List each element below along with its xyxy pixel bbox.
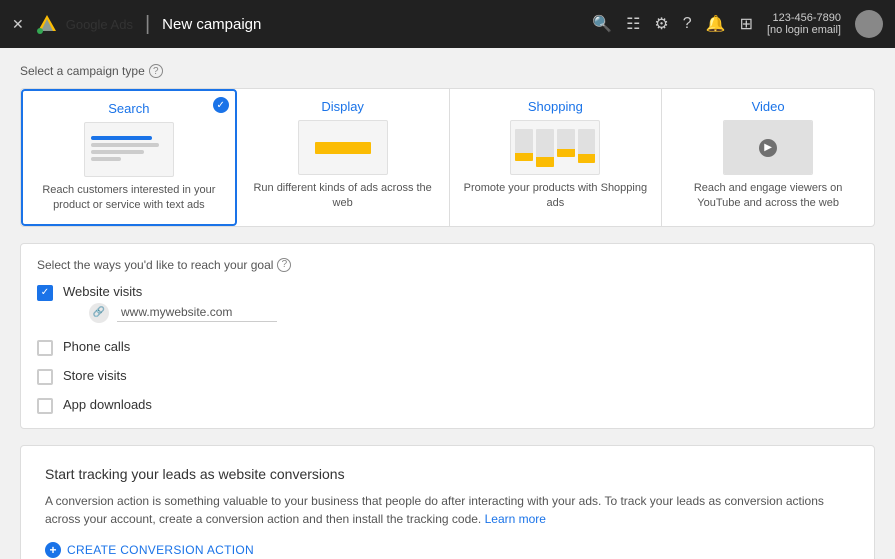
store-visits-checkbox[interactable] <box>37 369 53 385</box>
website-visits-checkbox[interactable] <box>37 285 53 301</box>
video-mockup: ▶ <box>723 120 813 175</box>
campaign-type-shopping[interactable]: Shopping Promote your products with Shop… <box>450 89 663 226</box>
goal-help-icon[interactable]: ? <box>277 258 291 272</box>
goal-website-visits: Website visits 🔗 <box>37 284 858 327</box>
website-input-row: 🔗 <box>89 303 277 323</box>
search-icon[interactable]: 🔍 <box>592 14 612 34</box>
create-conversion-action-row[interactable]: + CREATE CONVERSION ACTION <box>45 542 850 558</box>
reports-icon[interactable]: ☷ <box>626 14 640 34</box>
learn-more-link[interactable]: Learn more <box>485 512 546 526</box>
campaign-type-help-icon[interactable]: ? <box>149 64 163 78</box>
account-info: 123-456-7890 [no login email] <box>767 12 841 36</box>
topnav: ✕ Google Ads | New campaign 🔍 ☷ ⚙ ? 🔔 ⊞ … <box>0 0 895 48</box>
display-mockup <box>298 120 388 175</box>
grid-icon[interactable]: ⊞ <box>740 14 753 34</box>
selected-check-icon: ✓ <box>213 97 229 113</box>
nav-divider: | <box>145 13 150 36</box>
campaign-type-display[interactable]: Display Run different kinds of ads acros… <box>237 89 450 226</box>
bell-icon[interactable]: 🔔 <box>706 14 726 34</box>
campaign-type-video[interactable]: Video ▶ Reach and engage viewers on YouT… <box>662 89 874 226</box>
campaign-type-search[interactable]: ✓ Search Reach customers interested in y… <box>21 89 237 226</box>
shopping-mockup <box>510 120 600 175</box>
website-url-input[interactable] <box>117 303 277 322</box>
campaign-type-label: Select a campaign type ? <box>20 64 875 78</box>
link-icon: 🔗 <box>89 303 109 323</box>
goal-section: Select the ways you'd like to reach your… <box>20 243 875 429</box>
help-icon[interactable]: ? <box>683 15 692 33</box>
page-title: New campaign <box>162 16 261 33</box>
phone-calls-checkbox[interactable] <box>37 340 53 356</box>
create-conversion-action-label: CREATE CONVERSION ACTION <box>67 543 254 557</box>
logo-icon <box>36 13 58 35</box>
goal-phone-calls: Phone calls <box>37 339 858 356</box>
conversion-tracking-box: Start tracking your leads as website con… <box>20 445 875 559</box>
close-icon[interactable]: ✕ <box>12 16 24 33</box>
brand-name: Google Ads <box>66 17 133 32</box>
search-mockup <box>84 122 174 177</box>
conversion-description: A conversion action is something valuabl… <box>45 492 850 528</box>
avatar[interactable] <box>855 10 883 38</box>
conversion-title: Start tracking your leads as website con… <box>45 466 850 482</box>
google-ads-logo <box>36 13 58 35</box>
app-downloads-checkbox[interactable] <box>37 398 53 414</box>
nav-icons: 🔍 ☷ ⚙ ? 🔔 ⊞ 123-456-7890 [no login email… <box>592 10 883 38</box>
campaign-type-selector: ✓ Search Reach customers interested in y… <box>20 88 875 227</box>
goal-store-visits: Store visits <box>37 368 858 385</box>
play-icon: ▶ <box>759 139 777 157</box>
goal-section-label: Select the ways you'd like to reach your… <box>37 258 858 272</box>
main-content: Select a campaign type ? ✓ Search Reach … <box>0 48 895 559</box>
tools-icon[interactable]: ⚙ <box>654 14 668 34</box>
goal-app-downloads: App downloads <box>37 397 858 414</box>
plus-icon: + <box>45 542 61 558</box>
